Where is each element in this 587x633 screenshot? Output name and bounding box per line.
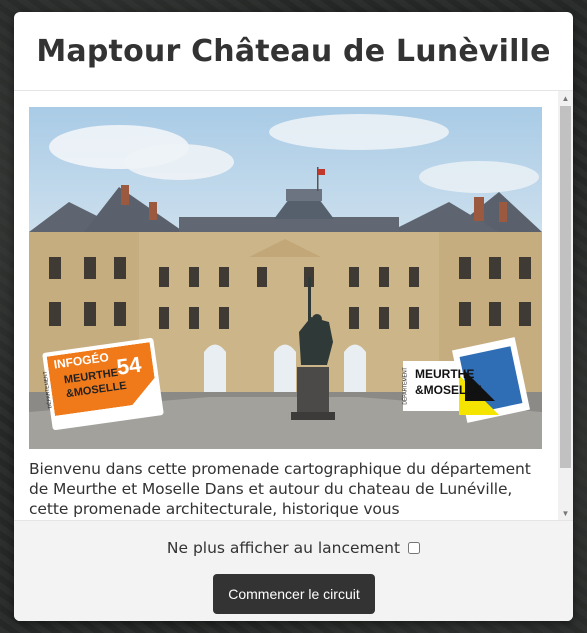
dialog-content: INFOGÉO MEURTHE &MOSELLE 54 DÉPARTEMENT …: [29, 107, 542, 519]
logo-right-line2: &MOSELLE: [415, 383, 482, 397]
body-scrollbar[interactable]: ▲ ▼: [558, 91, 573, 520]
dialog-body[interactable]: INFOGÉO MEURTHE &MOSELLE 54 DÉPARTEMENT …: [14, 91, 573, 520]
logo-left-number: 54: [115, 351, 143, 380]
dont-show-label: Ne plus afficher au lancement: [166, 539, 401, 557]
dialog-title: Maptour Château de Lunèville: [36, 33, 551, 69]
logo-right-side-text: DÉPARTEMENT: [402, 367, 409, 405]
scroll-down-arrow-icon[interactable]: ▼: [558, 506, 573, 520]
start-tour-button[interactable]: Commencer le circuit: [213, 574, 375, 614]
welcome-dialog: Maptour Château de Lunèville INFOGÉO MEU…: [14, 12, 573, 621]
dont-show-option[interactable]: Ne plus afficher au lancement: [14, 539, 573, 557]
chateau-photo: INFOGÉO MEURTHE &MOSELLE 54 DÉPARTEMENT …: [29, 107, 542, 449]
departement-logo: MEURTHE &MOSELLE DÉPARTEMENT: [399, 337, 530, 431]
logo-right-line1: MEURTHE: [415, 367, 475, 381]
intro-text: Bienvenu dans cette promenade cartograph…: [29, 460, 531, 518]
scrollbar-thumb[interactable]: [560, 106, 571, 468]
dialog-footer: Ne plus afficher au lancement Commencer …: [14, 520, 573, 621]
infogeo-logo: INFOGÉO MEURTHE &MOSELLE 54 DÉPARTEMENT: [42, 337, 164, 431]
dialog-header: Maptour Château de Lunèville: [14, 12, 573, 91]
scroll-up-arrow-icon[interactable]: ▲: [558, 91, 573, 105]
dont-show-checkbox[interactable]: [408, 542, 421, 554]
